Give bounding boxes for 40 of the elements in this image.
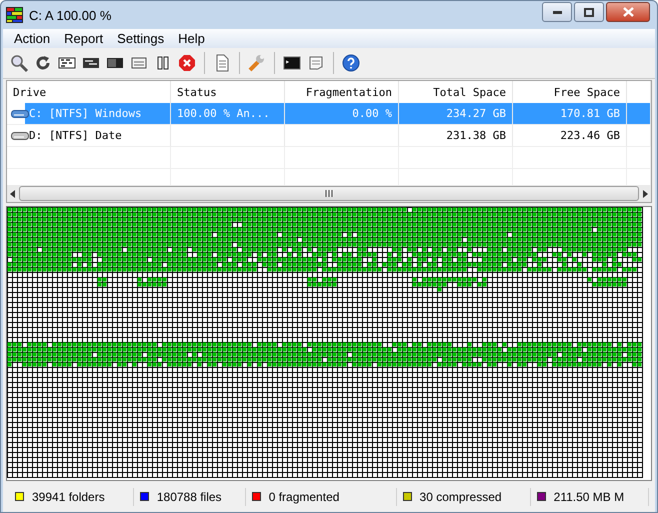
window-title: C: A 100.00 % — [29, 8, 112, 22]
table-cell: 0.00 % — [352, 107, 392, 120]
drive-icon — [11, 130, 29, 140]
table-cell: 231.38 GB — [446, 129, 506, 142]
grip-icon — [325, 190, 333, 197]
maximize-icon — [584, 8, 594, 16]
table-cell: 234.27 GB — [446, 107, 506, 120]
column-header[interactable]: Free Space — [554, 86, 620, 98]
scroll-left-icon[interactable] — [9, 190, 17, 198]
menu-item[interactable]: Help — [171, 29, 212, 48]
help-icon[interactable] — [341, 53, 361, 73]
stop-icon[interactable] — [177, 53, 197, 73]
menu-item[interactable]: Action — [7, 29, 58, 48]
close-button[interactable] — [606, 2, 650, 22]
close-icon — [622, 7, 634, 17]
minimize-icon — [552, 10, 562, 14]
status-text: 39941 folders — [32, 490, 105, 504]
column-header[interactable]: Status — [177, 86, 217, 98]
table-cell: D: [NTFS] Date — [29, 129, 122, 142]
status-text: 211.50 MB M — [554, 490, 624, 504]
minimize-button[interactable] — [542, 2, 572, 22]
scroll-right-icon[interactable] — [641, 190, 649, 198]
table-cell: 170.81 GB — [560, 107, 620, 120]
app-icon — [6, 7, 23, 23]
table-cell: 100.00 % An... — [177, 107, 270, 120]
column-header[interactable]: Drive — [13, 86, 46, 98]
horizontal-scrollbar[interactable] — [7, 185, 651, 202]
status-text: 180788 files — [156, 490, 222, 504]
status-text: 30 compressed — [420, 490, 502, 504]
column-header[interactable]: Fragmentation — [306, 86, 392, 98]
search-icon[interactable] — [9, 53, 29, 73]
table-cell: C: [NTFS] Windows — [29, 107, 142, 120]
status-text: 0 fragmented — [268, 490, 340, 504]
maximize-button[interactable] — [574, 2, 604, 22]
column-header[interactable]: Total Space — [433, 86, 506, 98]
menu-item[interactable]: Settings — [110, 29, 172, 48]
wrench-icon[interactable] — [247, 53, 267, 73]
drive-icon — [11, 108, 29, 118]
table-cell: 223.46 GB — [560, 129, 620, 142]
menu-item[interactable]: Report — [57, 29, 110, 48]
